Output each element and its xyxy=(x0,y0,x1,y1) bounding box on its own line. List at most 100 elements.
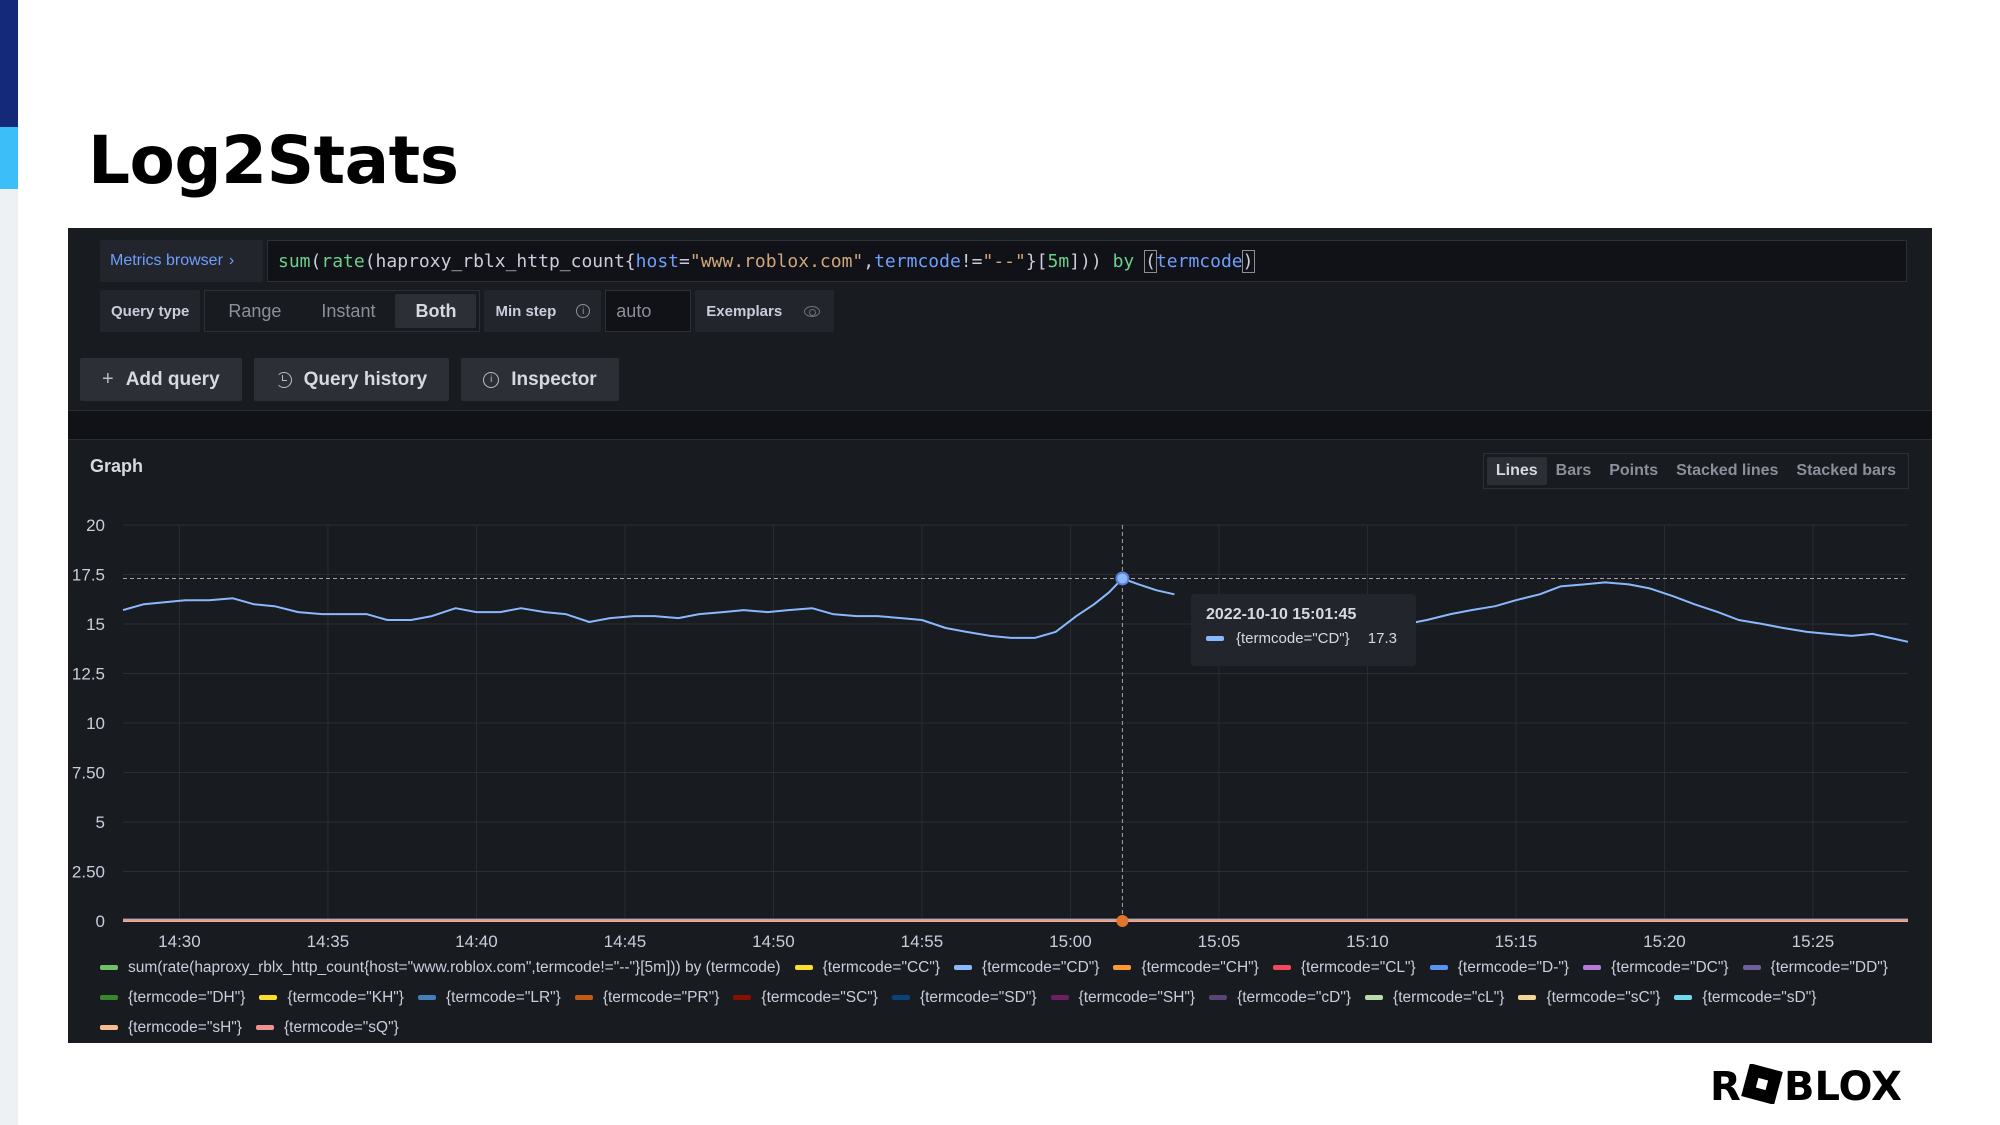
legend-item[interactable]: {termcode="sH"} xyxy=(100,1018,242,1037)
x-tick-label: 15:05 xyxy=(1198,932,1241,951)
legend-label: sum(rate(haproxy_rblx_http_count{host="w… xyxy=(128,958,781,976)
roblox-logo: R BLOX xyxy=(1710,1064,1902,1104)
legend-label: {termcode="DH"} xyxy=(128,988,246,1006)
time-series-chart[interactable]: 0 2.50 5 7.50 10 12.5 15 17.5 20 14:30 14:35 14:40 1… xyxy=(68,228,1932,1043)
legend-swatch xyxy=(1518,995,1537,1000)
legend-item[interactable]: {termcode="DC"} xyxy=(1583,958,1729,977)
legend-item[interactable]: sum(rate(haproxy_rblx_http_count{host="w… xyxy=(100,958,781,977)
legend-swatch xyxy=(417,995,436,1000)
legend-swatch xyxy=(255,1025,274,1030)
y-tick-label: 12.5 xyxy=(72,665,105,684)
logo-tilted-square xyxy=(1741,1064,1783,1104)
x-tick-label: 14:45 xyxy=(604,932,647,951)
legend-item[interactable]: {termcode="sQ"} xyxy=(255,1018,399,1037)
legend-label: {termcode="cD"} xyxy=(1237,988,1352,1006)
hover-point-baseline xyxy=(1116,915,1129,927)
legend-item[interactable]: {termcode="D-"} xyxy=(1429,958,1570,977)
tooltip-series-swatch xyxy=(1206,636,1224,641)
chart-legend: sum(rate(haproxy_rblx_http_count{host="w… xyxy=(100,958,1900,1037)
legend-label: {termcode="sQ"} xyxy=(283,1018,399,1036)
legend-item[interactable]: {termcode="LR"} xyxy=(417,988,561,1007)
legend-item[interactable]: {termcode="CD"} xyxy=(954,958,1099,977)
legend-label: {termcode="DD"} xyxy=(1770,958,1888,976)
y-tick-label: 17.5 xyxy=(72,566,105,585)
legend-label: {termcode="SH"} xyxy=(1078,988,1196,1006)
legend-swatch xyxy=(1272,965,1291,970)
legend-swatch xyxy=(100,1025,118,1030)
legend-label: {termcode="CL"} xyxy=(1300,958,1416,976)
x-tick-label: 14:40 xyxy=(455,932,498,951)
x-tick-label: 14:35 xyxy=(307,932,350,951)
legend-swatch xyxy=(100,995,118,1000)
legend-label: {termcode="LR"} xyxy=(445,988,561,1006)
x-tick-label: 14:30 xyxy=(158,932,201,951)
legend-item[interactable]: {termcode="DD"} xyxy=(1742,958,1888,977)
legend-label: {termcode="PR"} xyxy=(602,988,720,1006)
legend-item[interactable]: {termcode="cL"} xyxy=(1365,988,1504,1007)
legend-swatch xyxy=(574,995,593,1000)
legend-item[interactable]: {termcode="CH"} xyxy=(1113,958,1259,977)
legend-swatch xyxy=(794,965,813,970)
legend-label: {termcode="KH"} xyxy=(287,988,404,1006)
legend-item[interactable]: {termcode="sC"} xyxy=(1518,988,1660,1007)
legend-label: {termcode="sD"} xyxy=(1702,988,1817,1006)
legend-label: {termcode="cL"} xyxy=(1393,988,1505,1006)
legend-swatch xyxy=(1050,995,1069,1000)
legend-item[interactable]: {termcode="sD"} xyxy=(1674,988,1816,1007)
grafana-explore-panel: Metrics browser › sum(rate (haproxy_rblx_… xyxy=(68,228,1932,1043)
legend-swatch xyxy=(1674,995,1693,1000)
legend-swatch xyxy=(954,965,973,970)
tooltip-series-name: {termcode="CD"} xyxy=(1236,630,1350,647)
legend-swatch xyxy=(1209,995,1228,1000)
legend-swatch xyxy=(891,995,910,1000)
legend-label: {termcode="D-"} xyxy=(1457,958,1570,976)
legend-swatch xyxy=(100,965,118,970)
slide-accent-dark xyxy=(0,0,18,127)
legend-swatch xyxy=(259,995,278,1000)
y-tick-label: 20 xyxy=(86,516,105,535)
legend-swatch xyxy=(1429,965,1448,970)
x-tick-label: 15:10 xyxy=(1346,932,1389,951)
legend-item[interactable]: {termcode="CL"} xyxy=(1272,958,1416,977)
tooltip-series-row: {termcode="CD"} 17.3 xyxy=(1206,630,1401,647)
legend-swatch xyxy=(1365,995,1384,1000)
legend-label: {termcode="CD"} xyxy=(982,958,1100,976)
y-tick-label: 0 xyxy=(96,912,105,931)
legend-item[interactable]: {termcode="SC"} xyxy=(733,988,878,1007)
legend-item[interactable]: {termcode="cD"} xyxy=(1209,988,1351,1007)
legend-label: {termcode="CC"} xyxy=(822,958,941,976)
legend-item[interactable]: {termcode="DH"} xyxy=(100,988,245,1007)
x-tick-label: 15:00 xyxy=(1049,932,1092,951)
x-tick-label: 15:20 xyxy=(1643,932,1686,951)
x-tick-label: 15:25 xyxy=(1792,932,1835,951)
tooltip-series-value: 17.3 xyxy=(1367,630,1397,647)
series-line-cd xyxy=(122,577,1175,639)
legend-item[interactable]: {termcode="SD"} xyxy=(891,988,1037,1007)
y-tick-label: 10 xyxy=(86,714,105,733)
y-tick-label: 15 xyxy=(86,615,105,634)
logo-letter-r: R xyxy=(1710,1064,1741,1104)
logo-text-blox: BLOX xyxy=(1784,1064,1902,1104)
legend-item[interactable]: {termcode="CC"} xyxy=(794,958,941,977)
slide-title: Log2Stats xyxy=(88,122,459,199)
legend-swatch xyxy=(1742,965,1761,970)
x-tick-label: 14:55 xyxy=(901,932,944,951)
legend-label: {termcode="SC"} xyxy=(761,988,878,1006)
legend-item[interactable]: {termcode="KH"} xyxy=(259,988,404,1007)
legend-label: {termcode="CH"} xyxy=(1141,958,1259,976)
legend-swatch xyxy=(1113,965,1132,970)
legend-swatch xyxy=(1583,965,1602,970)
tooltip-time: 2022-10-10 15:01:45 xyxy=(1206,606,1357,623)
y-tick-label: 7.50 xyxy=(72,764,105,783)
hover-point-cd xyxy=(1115,571,1130,586)
legend-label: {termcode="DC"} xyxy=(1611,958,1729,976)
x-tick-label: 14:50 xyxy=(752,932,795,951)
legend-label: {termcode="sH"} xyxy=(128,1018,242,1036)
legend-item[interactable]: {termcode="SH"} xyxy=(1050,988,1196,1007)
y-tick-label: 2.50 xyxy=(72,863,105,882)
slide-accent-light xyxy=(0,127,18,189)
legend-item[interactable]: {termcode="PR"} xyxy=(574,988,720,1007)
chart-tooltip: 2022-10-10 15:01:45 {termcode="CD"} 17.3 xyxy=(1191,594,1416,666)
y-tick-label: 5 xyxy=(96,813,105,832)
x-tick-label: 15:15 xyxy=(1495,932,1538,951)
